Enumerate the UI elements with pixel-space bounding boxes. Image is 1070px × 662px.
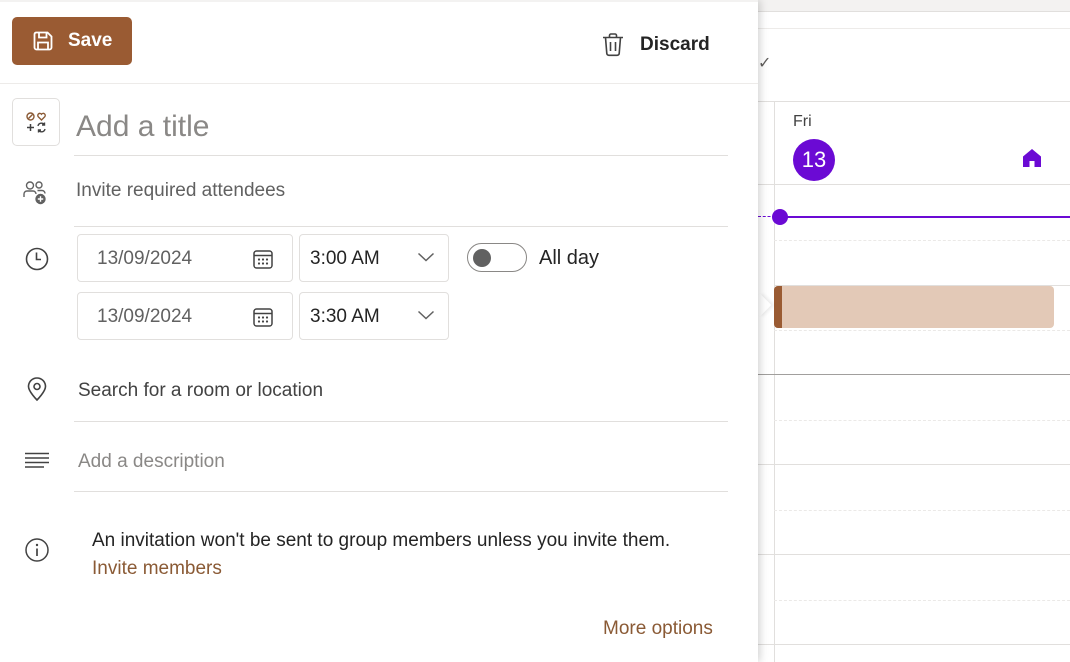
- current-time-line: [780, 216, 1070, 218]
- attendees-underline: [74, 226, 728, 227]
- calendar-top-bar: [758, 0, 1070, 12]
- save-icon: [33, 31, 53, 51]
- invite-members-link[interactable]: Invite members: [92, 558, 222, 579]
- hour-line: [774, 554, 1070, 555]
- half-hour-line: [774, 510, 1070, 511]
- hour-line: [774, 464, 1070, 465]
- discard-button[interactable]: Discard: [600, 27, 710, 63]
- save-button[interactable]: Save: [12, 17, 132, 65]
- all-day-label: All day: [539, 247, 600, 269]
- half-hour-line: [774, 330, 1070, 331]
- half-hour-line: [774, 600, 1070, 601]
- draft-event-block[interactable]: [774, 286, 1054, 328]
- today-date-badge[interactable]: 13: [793, 139, 835, 181]
- more-options-link[interactable]: More options: [603, 618, 713, 640]
- location-underline: [74, 421, 728, 422]
- check-icon[interactable]: ✓: [758, 53, 771, 73]
- current-time-dot: [772, 209, 788, 225]
- half-hour-line: [774, 420, 1070, 421]
- trash-icon: [603, 33, 623, 57]
- chevron-down-icon: [417, 252, 435, 262]
- title-input[interactable]: [76, 102, 726, 152]
- save-button-label: Save: [68, 30, 113, 51]
- start-date-value: 13/09/2024: [97, 248, 193, 269]
- title-underline: [74, 155, 728, 156]
- end-date-picker[interactable]: 13/09/2024: [77, 292, 293, 340]
- all-day-toggle[interactable]: [467, 243, 527, 272]
- hour-line: [774, 644, 1070, 645]
- calendar-icon[interactable]: [252, 306, 274, 328]
- text-align-icon: [25, 452, 49, 468]
- calendar-toolbar-divider: [758, 28, 1070, 29]
- group-invite-info: An invitation won't be sent to group mem…: [92, 527, 702, 583]
- group-invite-info-text: An invitation won't be sent to group mem…: [92, 530, 671, 551]
- end-time-value: 3:30 AM: [310, 306, 380, 327]
- calendar-day-view: ✓ Fri 13: [758, 0, 1070, 662]
- panel-top-border: [0, 0, 758, 2]
- start-date-picker[interactable]: 13/09/2024: [77, 234, 293, 282]
- gutter-tick: [758, 644, 774, 645]
- gutter-tick: [758, 464, 774, 465]
- event-color-bar: [774, 286, 782, 328]
- calendar-header-divider: [758, 101, 1070, 102]
- hour-line: [758, 374, 1070, 375]
- end-time-dropdown[interactable]: 3:30 AM: [299, 292, 449, 340]
- info-icon: [25, 538, 49, 562]
- toggle-knob: [473, 249, 491, 267]
- category-button[interactable]: [12, 98, 60, 146]
- calendar-icon[interactable]: [252, 248, 274, 270]
- category-icon: [26, 112, 46, 133]
- description-underline: [74, 491, 728, 492]
- attendees-input[interactable]: [76, 175, 726, 207]
- day-name: Fri: [793, 113, 812, 130]
- location-input[interactable]: [78, 375, 726, 407]
- all-day-divider: [758, 184, 1070, 185]
- gutter-tick: [758, 554, 774, 555]
- description-input[interactable]: [78, 446, 726, 478]
- half-hour-line: [774, 240, 1070, 241]
- header-divider: [0, 83, 758, 84]
- event-editor-panel: Save Discard Add a title Invite required…: [0, 0, 758, 662]
- clock-icon: [25, 247, 49, 271]
- start-time-value: 3:00 AM: [310, 248, 380, 269]
- start-time-dropdown[interactable]: 3:00 AM: [299, 234, 449, 282]
- discard-button-label: Discard: [640, 34, 710, 55]
- people-add-icon: [23, 181, 46, 205]
- end-date-value: 13/09/2024: [97, 306, 193, 327]
- home-icon[interactable]: [1020, 146, 1044, 170]
- location-icon: [27, 377, 47, 402]
- chevron-down-icon: [417, 310, 435, 320]
- day-column-divider: [774, 101, 775, 662]
